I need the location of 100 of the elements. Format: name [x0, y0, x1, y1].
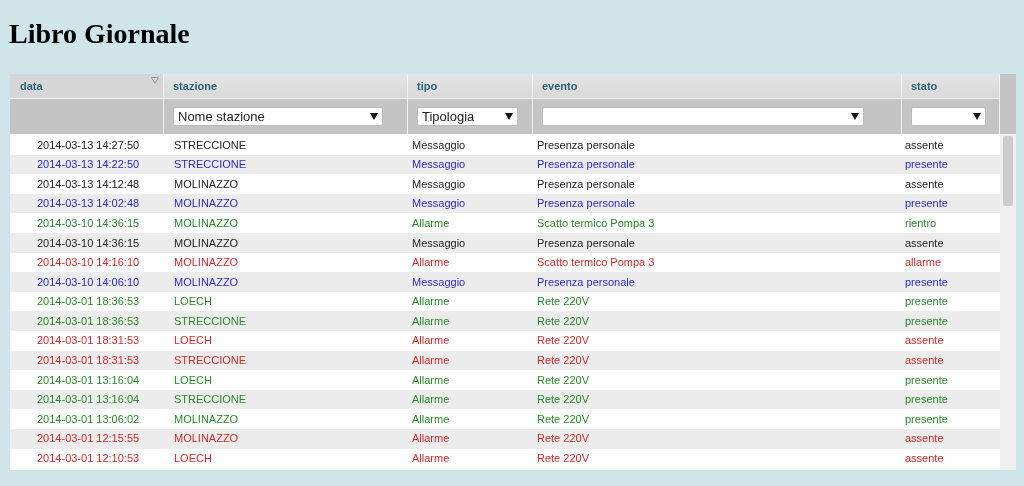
table-row[interactable]: 2014-03-13 14:02:48 MOLINAZZO Messaggio Presenza personale presente	[10, 193, 1000, 214]
table-cell-text: STRECCIONE	[173, 313, 248, 329]
table-cell-text: Messaggio	[411, 176, 467, 192]
table-cell-text: presente	[904, 372, 949, 388]
table-cell-text: Allarme	[411, 392, 451, 408]
table-cell-text: assente	[904, 431, 945, 447]
table-cell-text: presente	[904, 411, 949, 427]
table-cell-text: Rete 220V	[536, 353, 590, 369]
table-cell-text: Messaggio	[411, 137, 467, 153]
table-cell-text: MOLINAZZO	[173, 215, 240, 231]
table-cell-text: Allarme	[411, 313, 451, 329]
table-cell-text: Rete 220V	[536, 451, 590, 467]
table-cell-text: Rete 220V	[536, 392, 590, 408]
table-cell-text: MOLINAZZO	[173, 255, 240, 271]
table-cell-text: MOLINAZZO	[173, 274, 240, 290]
table-cell-text: Presenza personale	[536, 137, 636, 153]
table-cell-text: STRECCIONE	[173, 157, 248, 173]
table-cell-text: 2014-03-10 14:06:10	[36, 274, 141, 290]
caret-icon	[851, 113, 859, 120]
table-cell-text: LOECH	[173, 294, 213, 310]
table-cell-text: Allarme	[411, 431, 451, 447]
table-cell-text: Allarme	[411, 353, 451, 369]
table-cell-text: Presenza personale	[536, 196, 636, 212]
table-row[interactable]: 2014-03-01 12:15:55 MOLINAZZO Allarme Rete 220V assente	[10, 428, 1000, 449]
table-row[interactable]: 2014-03-10 14:06:10 MOLINAZZO Messaggio Presenza personale presente	[10, 272, 1000, 292]
table-cell-text: 2014-03-13 14:12:48	[36, 176, 141, 192]
table-cell-text: Rete 220V	[536, 372, 590, 388]
table-cell-text: LOECH	[173, 372, 213, 388]
table-cell-text: Presenza personale	[536, 235, 636, 251]
table-cell-text: MOLINAZZO	[173, 235, 240, 251]
table-row[interactable]: 2014-03-10 14:36:15 MOLINAZZO Messaggio Presenza personale assente	[10, 232, 1000, 253]
table-cell-text: MOLINAZZO	[173, 431, 240, 447]
table-cell-text: Rete 220V	[536, 431, 590, 447]
table-cell-text: Allarme	[411, 333, 451, 349]
table-cell-text: assente	[904, 235, 945, 251]
table-cell-text: LOECH	[173, 451, 213, 467]
table-cell-text: Messaggio	[411, 196, 467, 212]
table-cell-text: 2014-03-10 14:16:10	[36, 255, 141, 271]
table-cell-text: Allarme	[411, 372, 451, 388]
table-cell-text: assente	[904, 353, 945, 369]
table-row[interactable]: 2014-03-13 14:22:50 STRECCIONE Messaggio Presenza personale presente	[10, 154, 1000, 175]
table-cell-text: Messaggio	[411, 274, 467, 290]
table-cell-text: Allarme	[411, 411, 451, 427]
table-cell-text: Allarme	[411, 294, 451, 310]
table-cell-text: 2014-03-01 13:06:02	[36, 411, 141, 427]
filter-dropdown[interactable]	[542, 107, 864, 126]
scrollbar[interactable]	[1000, 134, 1016, 471]
table-cell-text: MOLINAZZO	[173, 411, 240, 427]
table-cell-text: Scatto termico Pompa 3	[536, 215, 656, 231]
table-row[interactable]: 2014-03-01 13:16:04 STRECCIONE Allarme Rete 220V presente	[10, 389, 1000, 410]
table-row[interactable]: 2014-03-01 18:36:53 STRECCIONE Allarme Rete 220V presente	[10, 311, 1000, 331]
table-cell-text: Presenza personale	[536, 157, 636, 173]
table-cell-text: Messaggio	[411, 157, 467, 173]
table-cell-text: assente	[904, 137, 945, 153]
header-cell[interactable]: data	[10, 74, 163, 99]
table-cell-text: MOLINAZZO	[173, 196, 240, 212]
table-cell-text: 2014-03-01 13:16:04	[36, 392, 141, 408]
table-cell-text: presente	[904, 274, 949, 290]
table-cell-text: Rete 220V	[536, 333, 590, 349]
column-title: tipo	[416, 78, 438, 94]
table-cell-text: 2014-03-01 18:36:53	[36, 313, 141, 329]
filter-dropdown[interactable]	[911, 107, 986, 126]
table-cell-text: Allarme	[411, 255, 451, 271]
table-cell-text: 2014-03-01 18:31:53	[36, 333, 141, 349]
table-cell-text: 2014-03-13 14:02:48	[36, 196, 141, 212]
table-cell-text: 2014-03-10 14:36:15	[36, 235, 141, 251]
table-cell-text: Rete 220V	[536, 294, 590, 310]
table-cell-text: Presenza personale	[536, 176, 636, 192]
filter-dropdown[interactable]: Tipologia	[417, 107, 518, 126]
table-cell-text: rientro	[904, 215, 938, 231]
filter-dropdown[interactable]: Nome stazione	[173, 107, 383, 126]
sort-icon[interactable]	[151, 77, 159, 84]
table-cell-text: 2014-03-01 12:15:55	[36, 431, 141, 447]
table-cell-text: STRECCIONE	[173, 137, 248, 153]
table-cell-text: STRECCIONE	[173, 353, 248, 369]
table-cell-text: Allarme	[411, 215, 451, 231]
table-cell-text: assente	[904, 333, 945, 349]
column-title: evento	[541, 78, 578, 94]
table-cell-text: presente	[904, 313, 949, 329]
table-row[interactable]: 2014-03-01 18:31:53 STRECCIONE Allarme Rete 220V assente	[10, 350, 1000, 371]
page-title: Libro Giornale	[9, 18, 190, 50]
table-cell-text: 2014-03-10 14:36:15	[36, 215, 141, 231]
table-cell-text: presente	[904, 157, 949, 173]
table-cell-text: Allarme	[411, 451, 451, 467]
table-cell-text: Scatto termico Pompa 3	[536, 255, 656, 271]
table-cell-text: Messaggio	[411, 235, 467, 251]
table-cell-text: 2014-03-01 13:16:04	[36, 372, 141, 388]
table-cell-text: Rete 220V	[536, 411, 590, 427]
table-cell-text: Presenza personale	[536, 274, 636, 290]
table-cell-text: Rete 220V	[536, 313, 590, 329]
column-title: stato	[910, 78, 938, 94]
table-cell-text: LOECH	[173, 333, 213, 349]
caret-icon	[973, 113, 981, 120]
table-cell-text: assente	[904, 451, 945, 467]
table-cell-text: 2014-03-01 12:10:53	[36, 451, 141, 467]
table-cell-text: STRECCIONE	[173, 392, 248, 408]
table-cell-text: assente	[904, 176, 945, 192]
caret-icon	[370, 113, 378, 120]
caret-icon	[505, 113, 513, 120]
table-cell-text: presente	[904, 294, 949, 310]
